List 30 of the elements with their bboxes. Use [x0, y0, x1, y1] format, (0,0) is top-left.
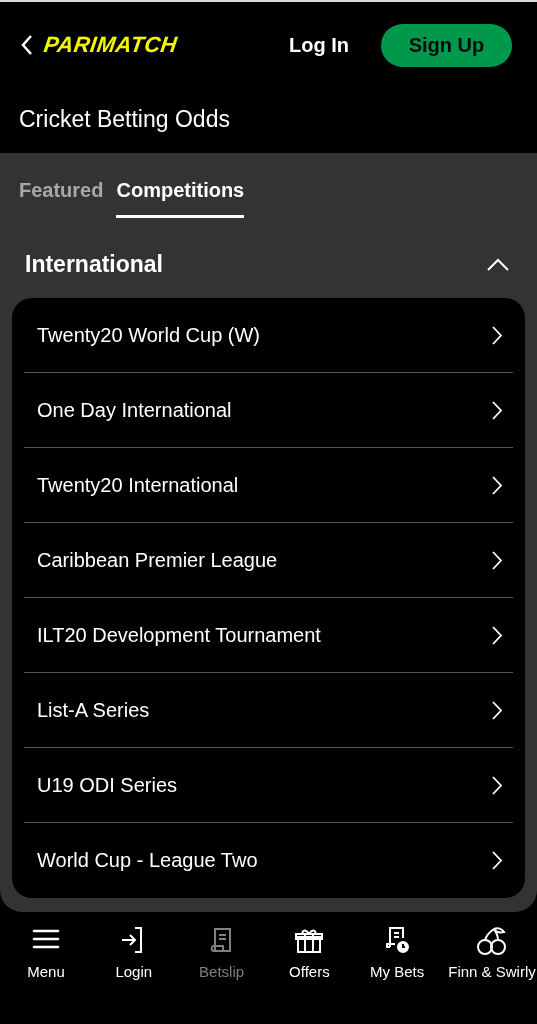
competition-item[interactable]: Twenty20 International	[24, 448, 513, 523]
chevron-right-icon	[492, 851, 503, 870]
competition-item[interactable]: U19 ODI Series	[24, 748, 513, 823]
back-icon[interactable]	[20, 34, 34, 56]
nav-item[interactable]: My Bets	[359, 925, 436, 1024]
nav-item[interactable]: Login	[95, 925, 172, 1024]
nav-item[interactable]: Menu	[8, 925, 84, 1024]
nav-item[interactable]: Finn & Swirly	[447, 925, 537, 1024]
competition-item[interactable]: List-A Series	[24, 673, 513, 748]
chevron-right-icon	[492, 400, 503, 420]
chevron-right-icon	[492, 550, 503, 570]
tab[interactable]: Featured	[19, 179, 104, 218]
chevron-right-icon	[492, 475, 503, 495]
chevron-right-icon	[492, 700, 503, 720]
competition-item[interactable]: Caribbean Premier League	[24, 523, 513, 598]
section-title: International	[25, 251, 163, 278]
competition-item[interactable]: ILT20 Development Tournament	[24, 598, 513, 673]
chevron-right-icon	[492, 775, 503, 795]
chevron-right-icon	[492, 625, 503, 645]
page-title: Cricket Betting Odds	[18, 105, 231, 134]
competition-item[interactable]: One Day International	[24, 373, 513, 448]
login-button[interactable]: Log In	[285, 29, 353, 61]
signup-button[interactable]: Sign Up	[381, 23, 512, 67]
tab[interactable]: Competitions	[116, 179, 245, 218]
competition-item[interactable]: Twenty20 World Cup (W)	[24, 298, 513, 373]
competition-item[interactable]: World Cup - League Two	[24, 823, 513, 898]
logo[interactable]: PARIMATCH	[42, 32, 180, 58]
chevron-up-icon[interactable]	[487, 258, 509, 271]
nav-item[interactable]: Offers	[271, 925, 348, 1024]
chevron-right-icon	[492, 325, 503, 345]
